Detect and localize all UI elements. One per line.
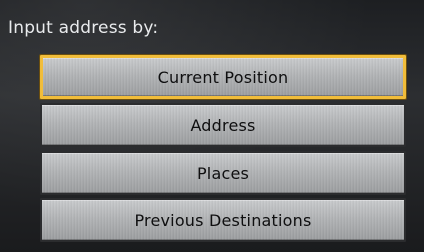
current-position-label: Current Position [157,67,289,87]
previous-destinations-label: Previous Destinations [134,210,312,230]
address-label: Address [190,115,256,135]
input-address-prompt: Input address by: [8,18,159,38]
places-label: Places [196,163,250,183]
previous-destinations-button[interactable]: Previous Destinations [40,198,406,242]
address-input-screen: Input address by: Current Position Addre… [0,0,424,252]
current-position-button[interactable]: Current Position [40,55,406,99]
address-button[interactable]: Address [40,103,406,147]
places-button[interactable]: Places [40,151,406,195]
